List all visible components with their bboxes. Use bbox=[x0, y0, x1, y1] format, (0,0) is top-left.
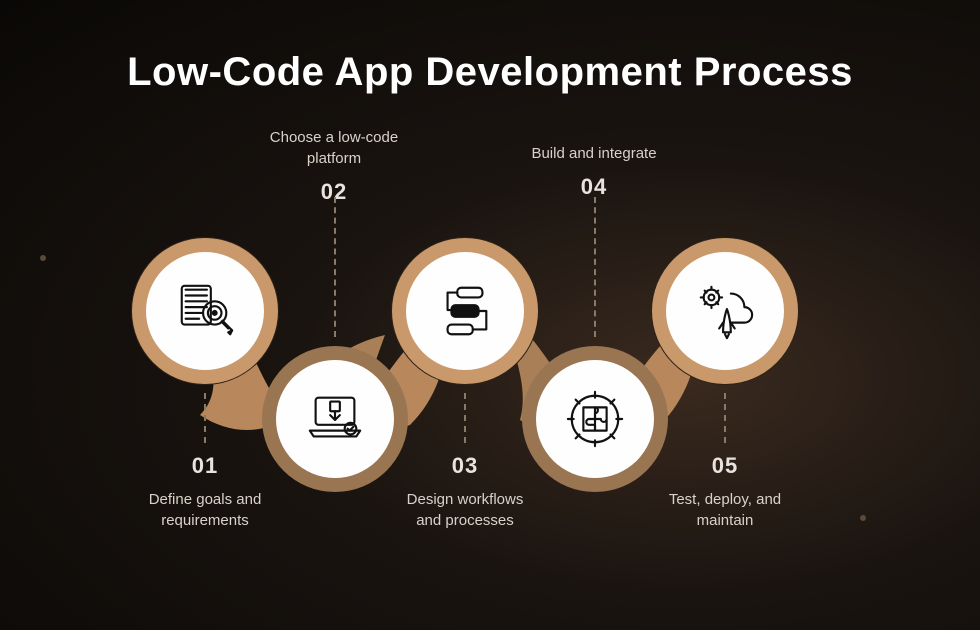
step-number: 01 bbox=[135, 453, 275, 479]
step-number: 05 bbox=[655, 453, 795, 479]
step-text-05: 05 Test, deploy, and maintain bbox=[655, 453, 795, 531]
step-text-02: Choose a low-code platform 02 bbox=[264, 117, 404, 205]
page-title: Low-Code App Development Process bbox=[0, 0, 980, 95]
dashed-connector bbox=[334, 197, 336, 337]
step-circle-05 bbox=[666, 252, 784, 370]
step-text-04: Build and integrate 04 bbox=[524, 133, 664, 200]
dashed-connector bbox=[594, 197, 596, 337]
dashed-connector bbox=[724, 393, 726, 443]
dashed-connector bbox=[464, 393, 466, 443]
step-label: Build and integrate bbox=[524, 143, 664, 164]
dashed-connector bbox=[204, 393, 206, 443]
rocket-cloud-gear-icon bbox=[694, 280, 756, 342]
laptop-download-icon bbox=[304, 388, 366, 450]
step-circle-02 bbox=[276, 360, 394, 478]
step-circle-04 bbox=[536, 360, 654, 478]
workflow-blocks-icon bbox=[434, 280, 496, 342]
step-label: Define goals and requirements bbox=[135, 489, 275, 531]
step-text-01: 01 Define goals and requirements bbox=[135, 453, 275, 531]
step-circle-03 bbox=[406, 252, 524, 370]
step-text-03: 03 Design workflows and processes bbox=[395, 453, 535, 531]
step-label: Design workflows and processes bbox=[395, 489, 535, 531]
gear-puzzle-icon bbox=[564, 388, 626, 450]
step-label: Choose a low-code platform bbox=[264, 127, 404, 169]
step-label: Test, deploy, and maintain bbox=[655, 489, 795, 531]
step-circle-01 bbox=[146, 252, 264, 370]
document-target-icon bbox=[174, 280, 236, 342]
step-number: 03 bbox=[395, 453, 535, 479]
process-diagram: 01 Define goals and requirements Choose … bbox=[0, 115, 980, 615]
